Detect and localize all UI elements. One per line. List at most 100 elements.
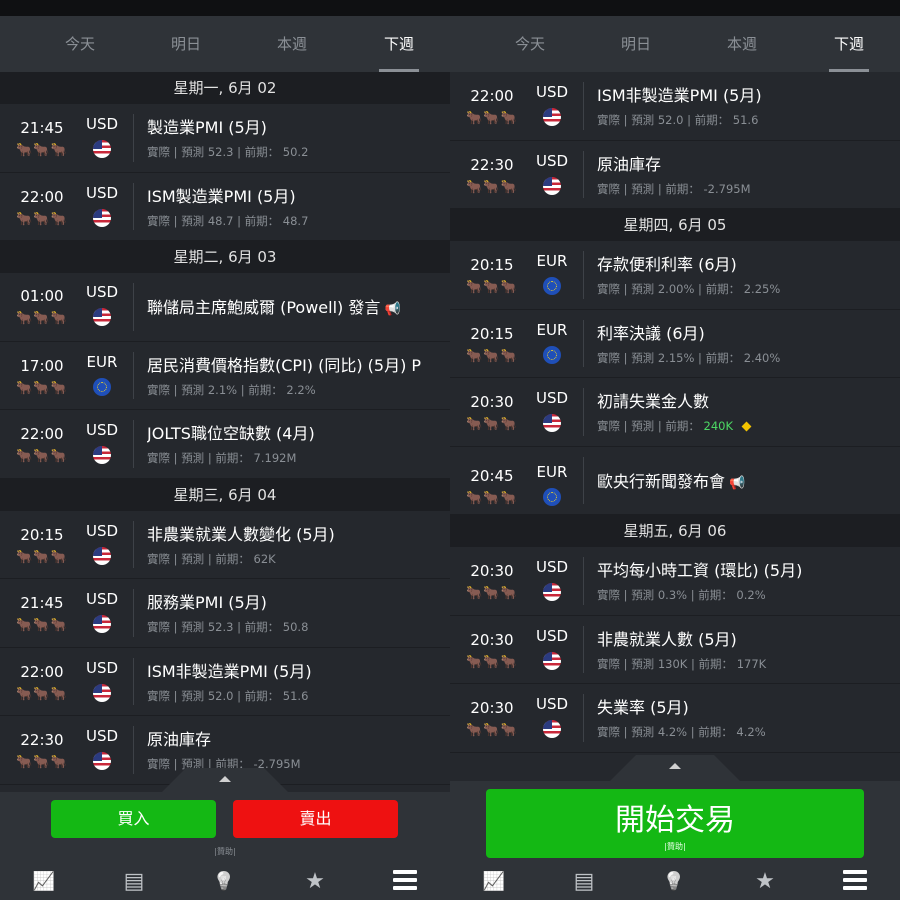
tab-2[interactable]: 明日: [133, 16, 239, 72]
event-row[interactable]: 20:45 🐂🐂🐂 EUR 歐央行新聞發布會 📢: [450, 446, 900, 515]
event-title-text: 存款便利利率 (6月): [597, 255, 737, 274]
event-row[interactable]: 17:00 🐂🐂🐂 EUR 居民消費價格指數(CPI) (同比) (5月) P 實際 |…: [0, 341, 450, 410]
actual-label: 實際: [147, 382, 170, 397]
event-title: 聯儲局主席鮑威爾 (Powell) 發言 📢: [147, 294, 444, 318]
event-row[interactable]: 22:00 🐂🐂🐂 USD ISM製造業PMI (5月) 實際 | 預測 48.7 | …: [0, 172, 450, 241]
event-title: 非農業就業人數變化 (5月): [147, 521, 444, 545]
previous-value: 51.6: [282, 688, 309, 703]
event-title-text: 居民消費價格指數(CPI) (同比) (5月) P: [147, 355, 422, 375]
calendar-panel-right: 今天 明日 本週 下週 22:00 🐂🐂🐂 USD ISM非製造業PMI (5月) 實際 | …: [450, 16, 900, 900]
us-flag-icon: [543, 651, 561, 670]
currency-code: USD: [85, 115, 119, 133]
forecast-label: 預測: [181, 551, 205, 566]
eu-flag-icon: [543, 277, 561, 295]
event-title: JOLTS職位空缺數 (4月): [147, 420, 444, 444]
tab-3[interactable]: 本週: [689, 16, 795, 72]
event-row[interactable]: 20:30 🐂🐂🐂 USD 失業率 (5月) 實際 | 預測 4.2% | 前期： 4.…: [450, 684, 900, 753]
menu-icon[interactable]: [393, 870, 417, 890]
column-divider: [133, 182, 134, 230]
event-row[interactable]: 20:30 🐂🐂🐂 USD 初請失業金人數 實際 | 預測 | 前期： 240K: [450, 378, 900, 447]
previous-value: 0.2%: [736, 588, 766, 602]
event-row[interactable]: 21:45 🐂🐂🐂 USD 服務業PMI (5月) 實際 | 預測 52.3 | 前期：…: [0, 579, 450, 648]
us-flag-icon: [93, 546, 111, 565]
previous-label: 前期：: [698, 656, 734, 671]
forecast-label: 預測: [631, 588, 655, 602]
event-row[interactable]: 22:30 🐂🐂🐂 USD 原油庫存 實際 | 預測 | 前期： -2.795M: [450, 140, 900, 209]
currency-code: USD: [85, 590, 119, 608]
star-icon[interactable]: ★: [750, 868, 780, 896]
forecast-label: 預測: [181, 688, 205, 703]
event-title: ISM製造業PMI (5月): [147, 183, 444, 207]
buy-button[interactable]: 買入: [51, 800, 216, 838]
tab-1[interactable]: 今天: [27, 16, 133, 72]
previous-label: 前期：: [248, 382, 283, 397]
start-trading-button[interactable]: 開始交易 |贊助|: [486, 789, 864, 858]
event-list: 22:00 🐂🐂🐂 USD ISM非製造業PMI (5月) 實際 | 預測 52.0 |…: [450, 72, 900, 753]
idea-bulb-icon[interactable]: 💡: [659, 868, 689, 896]
currency-code: EUR: [536, 320, 568, 339]
eu-flag-icon: [93, 377, 111, 396]
event-row[interactable]: 01:00 🐂🐂🐂 USD 聯儲局主席鮑威爾 (Powell) 發言 📢: [0, 273, 450, 342]
previous-value: 2.25%: [743, 282, 781, 296]
event-title: 失業率 (5月): [597, 694, 894, 718]
event-row[interactable]: 20:15 🐂🐂🐂 EUR 利率決議 (6月) 實際 | 預測 2.15% | 前期： …: [450, 309, 900, 378]
tab-label: 明日: [620, 35, 651, 53]
actual-label: 實際: [147, 145, 170, 159]
event-row[interactable]: 22:00 🐂🐂🐂 USD ISM非製造業PMI (5月) 實際 | 預測 52.0 |…: [0, 647, 450, 716]
tab-1[interactable]: 今天: [477, 16, 583, 72]
actual-label: 實際: [147, 757, 170, 771]
chart-icon[interactable]: 📈: [479, 868, 509, 896]
chart-icon[interactable]: 📈: [29, 868, 59, 896]
tab-2[interactable]: 明日: [583, 16, 689, 72]
event-row[interactable]: 21:45 🐂🐂🐂 USD 製造業PMI (5月) 實際 | 預測 52.3 | 前期：…: [0, 104, 450, 173]
event-title-text: 非農業就業人數變化 (5月): [147, 524, 335, 544]
tab-label: 今天: [64, 35, 95, 53]
sell-button[interactable]: 賣出: [233, 800, 398, 838]
us-flag-icon: [543, 583, 561, 601]
eu-flag-icon: [543, 345, 561, 364]
event-list: 星期一, 6月 02 21:45 🐂🐂🐂 USD 製造業PMI (5月) 實際 | 預測 …: [0, 72, 450, 785]
currency-code: USD: [535, 83, 569, 101]
impact-bulls-icon: 🐂🐂🐂: [16, 211, 68, 227]
impact-bulls-icon: 🐂🐂🐂: [466, 586, 518, 601]
event-row[interactable]: 20:30 🐂🐂🐂 USD 非農就業人數 (5月) 實際 | 預測 130K | 前期：…: [450, 615, 900, 684]
event-title-text: ISM製造業PMI (5月): [147, 186, 296, 206]
column-divider: [583, 456, 584, 504]
tab-3[interactable]: 本週: [239, 16, 345, 72]
event-row[interactable]: 20:15 🐂🐂🐂 USD 非農業就業人數變化 (5月) 實際 | 預測 | 前期： 6…: [0, 510, 450, 579]
tab-4[interactable]: 下週: [346, 16, 450, 72]
event-row[interactable]: 20:15 🐂🐂🐂 EUR 存款便利利率 (6月) 實際 | 預測 2.00% | 前期…: [450, 241, 900, 310]
actual-label: 實際: [597, 181, 620, 196]
event-title-text: 利率決議 (6月): [597, 323, 705, 343]
us-flag-icon: [93, 683, 111, 702]
expand-handle[interactable]: [610, 755, 740, 781]
event-row[interactable]: 22:00 🐂🐂🐂 USD JOLTS職位空缺數 (4月) 實際 | 預測 | 前期： …: [0, 410, 450, 479]
previous-label: 前期：: [694, 113, 730, 127]
us-flag-icon: [93, 308, 111, 326]
menu-icon-line: [843, 878, 867, 882]
tab-4[interactable]: 下週: [796, 16, 900, 72]
news-icon[interactable]: ▤: [119, 868, 149, 896]
event-title: ISM非製造業PMI (5月): [597, 82, 894, 106]
impact-bulls-icon: 🐂🐂🐂: [466, 723, 518, 738]
event-row[interactable]: 20:30 🐂🐂🐂 USD 平均每小時工資 (環比) (5月) 實際 | 預測 0.3%…: [450, 547, 900, 616]
caret-up-icon: [219, 776, 231, 782]
forecast-value: 52.3: [207, 620, 234, 634]
event-time: 22:30: [20, 731, 64, 749]
menu-icon[interactable]: [843, 870, 867, 890]
forecast-value: 0.3%: [657, 588, 688, 602]
currency-code: EUR: [536, 252, 568, 270]
previous-label: 前期：: [244, 688, 280, 703]
menu-icon-line: [393, 886, 417, 890]
currency-code: USD: [85, 183, 119, 202]
column-divider: [583, 557, 584, 605]
event-row[interactable]: 22:00 🐂🐂🐂 USD ISM非製造業PMI (5月) 實際 | 預測 52.0 |…: [450, 72, 900, 141]
currency-code: USD: [535, 151, 569, 170]
us-flag-icon: [543, 720, 561, 738]
idea-bulb-icon[interactable]: 💡: [209, 868, 239, 896]
star-icon[interactable]: ★: [300, 868, 330, 896]
previous-label: 前期：: [215, 451, 250, 465]
actual-label: 實際: [147, 551, 170, 566]
event-values: 實際 | 預測 | 前期： 62K: [147, 551, 276, 566]
news-icon[interactable]: ▤: [569, 868, 599, 896]
